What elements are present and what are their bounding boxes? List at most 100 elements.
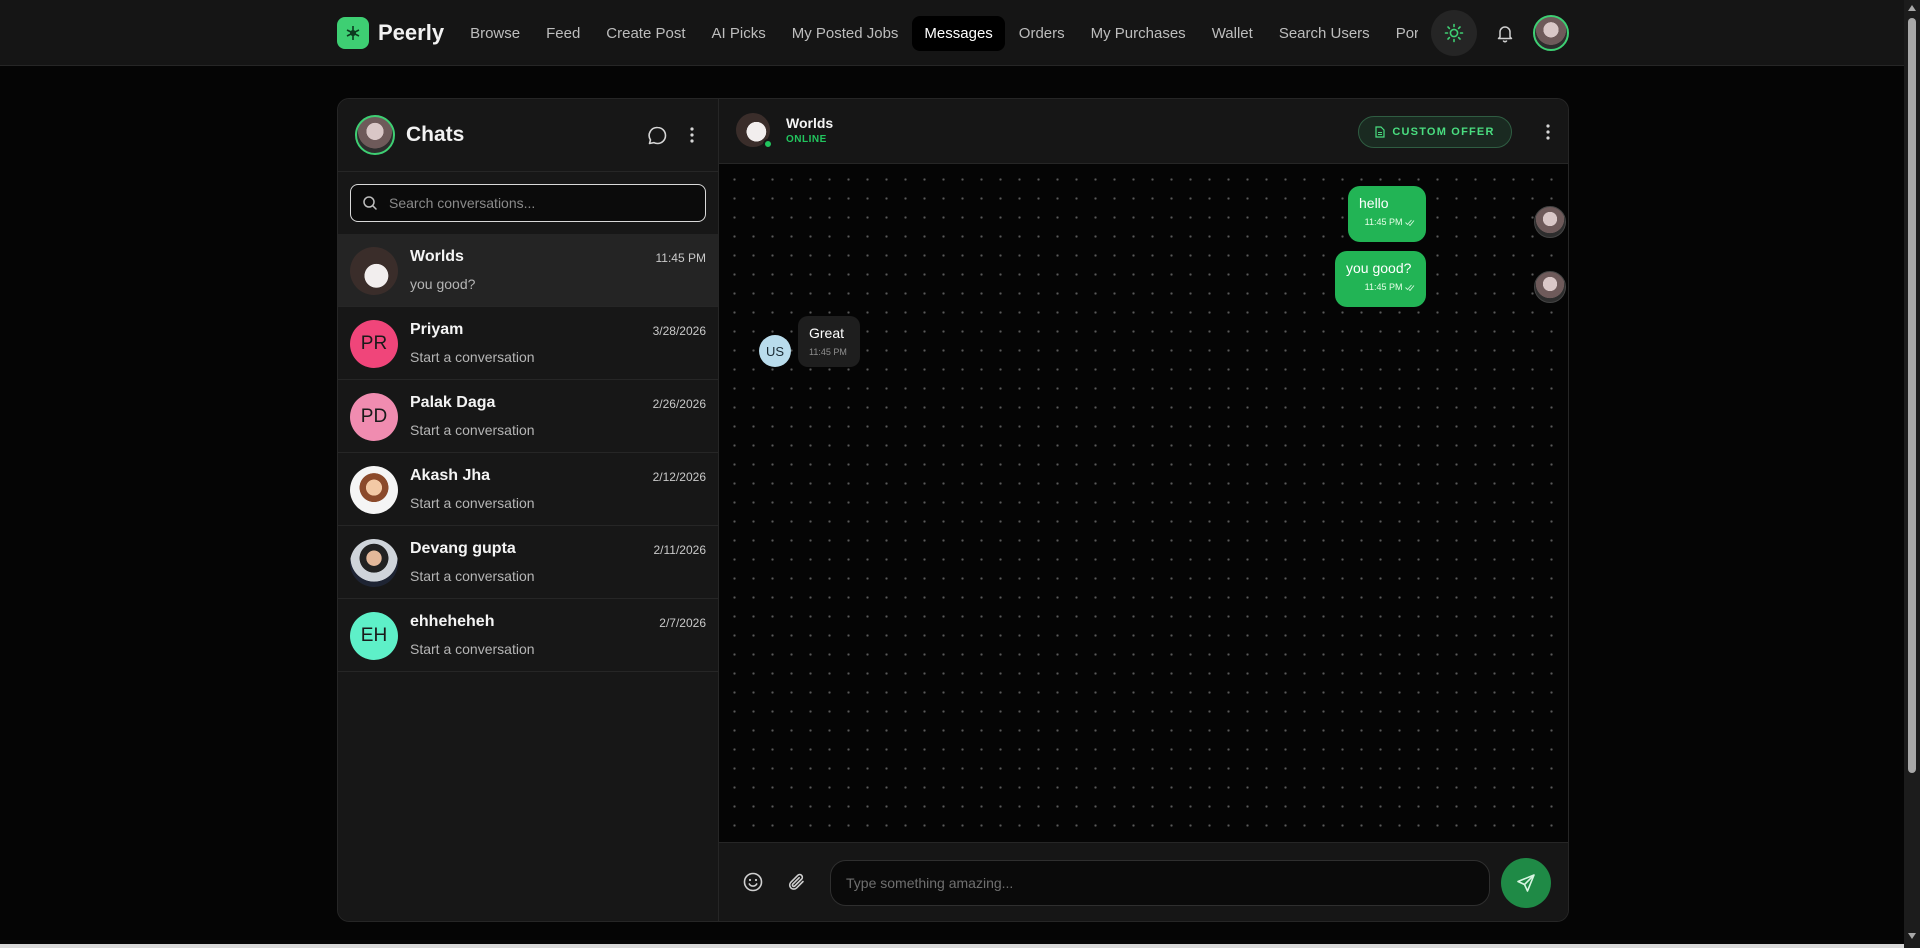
page-scrollbar[interactable] bbox=[1904, 0, 1920, 948]
message-meta: 11:45 PM bbox=[1359, 217, 1415, 227]
conversation-last-message: Start a conversation bbox=[410, 568, 535, 584]
conversation-list: Worlds 11:45 PM you good? PR Priyam 3/28/2026… bbox=[338, 234, 718, 672]
emoji-button[interactable] bbox=[741, 870, 765, 894]
logo-icon bbox=[337, 17, 369, 49]
conversation-item[interactable]: Devang gupta 2/11/2026 Start a conversatio… bbox=[338, 526, 718, 599]
conversation-item[interactable]: EH ehheheheh 2/7/2026 Start a conversation bbox=[338, 599, 718, 672]
send-icon bbox=[1517, 874, 1535, 892]
conversation-time: 2/11/2026 bbox=[653, 543, 707, 557]
conversation-item[interactable]: Worlds 11:45 PM you good? bbox=[338, 234, 718, 307]
message-bubble-outgoing[interactable]: you good? 11:45 PM bbox=[1335, 251, 1426, 307]
document-icon bbox=[1375, 126, 1385, 138]
message-bubble-incoming[interactable]: Great 11:45 PM bbox=[798, 316, 860, 367]
chats-title: Chats bbox=[406, 123, 465, 146]
conversation-item[interactable]: Akash Jha 2/12/2026 Start a conversation bbox=[338, 453, 718, 526]
message-area[interactable]: hello 11:45 PM you good? 11:45 PM Great 11:… bbox=[719, 164, 1568, 842]
sender-avatar[interactable] bbox=[1534, 271, 1566, 303]
nav-item-portfolio[interactable]: Portfolio bbox=[1384, 16, 1418, 51]
more-vertical-icon bbox=[1546, 124, 1550, 140]
conversation-name: Devang gupta bbox=[410, 540, 516, 557]
sender-avatar[interactable] bbox=[1534, 206, 1566, 238]
conversation-avatar: PR bbox=[350, 320, 398, 368]
my-avatar[interactable] bbox=[355, 115, 395, 155]
conversation-time: 3/28/2026 bbox=[652, 324, 706, 338]
conversation-time: 2/12/2026 bbox=[652, 470, 706, 484]
chat-bubble-icon bbox=[647, 126, 666, 144]
chats-sidebar: Chats Worlds 11:45 PM you good? PR Priyam 3/2… bbox=[338, 99, 719, 921]
conversation-avatar bbox=[350, 466, 398, 514]
conversation-avatar: EH bbox=[350, 612, 398, 660]
sun-icon bbox=[1444, 23, 1464, 43]
user-avatar[interactable] bbox=[1533, 15, 1569, 51]
conversation-last-message: Start a conversation bbox=[410, 422, 535, 438]
logo[interactable]: Peerly bbox=[337, 17, 444, 49]
bell-icon bbox=[1497, 26, 1513, 43]
contact-name: Worlds bbox=[786, 115, 834, 131]
message-composer bbox=[719, 842, 1568, 921]
search-box bbox=[350, 184, 706, 222]
conversation-last-message: Start a conversation bbox=[410, 641, 535, 657]
new-chat-button[interactable] bbox=[645, 123, 669, 147]
search-icon bbox=[363, 196, 377, 210]
nav-item-wallet[interactable]: Wallet bbox=[1200, 16, 1265, 51]
conversation-name: ehheheheh bbox=[410, 613, 495, 630]
chat-header: Worlds ONLINE CUSTOM OFFER bbox=[719, 99, 1568, 164]
scroll-up-arrow-icon[interactable] bbox=[1904, 0, 1920, 16]
message-text: hello bbox=[1359, 195, 1389, 211]
nav-item-feed[interactable]: Feed bbox=[534, 16, 592, 51]
send-button[interactable] bbox=[1501, 858, 1551, 908]
scroll-thumb[interactable] bbox=[1908, 18, 1916, 773]
sidebar-more-button[interactable] bbox=[680, 123, 704, 147]
message-meta: 11:45 PM bbox=[1346, 282, 1415, 292]
conversation-avatar bbox=[350, 247, 398, 295]
message-time: 11:45 PM bbox=[1364, 217, 1403, 227]
paperclip-icon bbox=[788, 873, 804, 890]
notifications-button[interactable] bbox=[1485, 13, 1525, 53]
scroll-down-arrow-icon[interactable] bbox=[1904, 928, 1920, 944]
contact-message-avatar[interactable]: US bbox=[759, 335, 791, 367]
conversation-time: 2/7/2026 bbox=[659, 616, 706, 630]
nav-item-my-posted-jobs[interactable]: My Posted Jobs bbox=[780, 16, 911, 51]
message-input-box bbox=[830, 860, 1490, 906]
theme-toggle-button[interactable] bbox=[1431, 10, 1477, 56]
message-text: Great bbox=[809, 325, 845, 341]
read-receipt-icon bbox=[1402, 282, 1415, 292]
conversation-avatar bbox=[350, 539, 398, 587]
nav-item-search-users[interactable]: Search Users bbox=[1267, 16, 1382, 51]
attach-button[interactable] bbox=[785, 870, 809, 894]
message-bubble-outgoing[interactable]: hello 11:45 PM bbox=[1348, 186, 1426, 242]
chat-more-button[interactable] bbox=[1537, 120, 1559, 144]
message-time: 11:45 PM bbox=[809, 347, 847, 357]
main-nav: Browse Feed Create Post AI Picks My Posted J… bbox=[458, 15, 1418, 51]
horizontal-scrollbar bbox=[0, 944, 1904, 948]
custom-offer-label: CUSTOM OFFER bbox=[1392, 126, 1495, 138]
conversation-last-message: you good? bbox=[410, 276, 476, 292]
conversation-name: Priyam bbox=[410, 321, 464, 338]
conversation-name: Akash Jha bbox=[410, 467, 491, 484]
chat-window: Worlds ONLINE CUSTOM OFFER hello 11:45 PM… bbox=[719, 99, 1568, 921]
conversation-avatar: PD bbox=[350, 393, 398, 441]
custom-offer-button[interactable]: CUSTOM OFFER bbox=[1358, 116, 1512, 148]
conversation-time: 11:45 PM bbox=[655, 251, 706, 265]
search-conversations-input[interactable] bbox=[389, 185, 699, 221]
message-text: you good? bbox=[1346, 260, 1412, 276]
conversation-name: Worlds bbox=[410, 248, 464, 265]
conversation-last-message: Start a conversation bbox=[410, 495, 535, 511]
app-name: Peerly bbox=[378, 20, 445, 45]
nav-item-orders[interactable]: Orders bbox=[1007, 16, 1077, 51]
smile-icon bbox=[743, 872, 763, 892]
message-input[interactable] bbox=[831, 861, 1489, 905]
conversation-item[interactable]: PD Palak Daga 2/26/2026 Start a conversatio… bbox=[338, 380, 718, 453]
nav-item-my-purchases[interactable]: My Purchases bbox=[1079, 16, 1198, 51]
online-indicator bbox=[763, 139, 773, 149]
message-time: 11:45 PM bbox=[1364, 282, 1403, 292]
read-receipt-icon bbox=[1402, 217, 1415, 227]
conversation-item[interactable]: PR Priyam 3/28/2026 Start a conversation bbox=[338, 307, 718, 380]
nav-item-browse[interactable]: Browse bbox=[458, 16, 532, 51]
nav-item-messages[interactable]: Messages bbox=[912, 15, 1005, 51]
more-vertical-icon bbox=[690, 127, 694, 143]
nav-item-create-post[interactable]: Create Post bbox=[594, 16, 697, 51]
conversation-name: Palak Daga bbox=[410, 394, 496, 411]
nav-item-ai-picks[interactable]: AI Picks bbox=[700, 16, 778, 51]
top-navbar: Peerly Browse Feed Create Post AI Picks My P… bbox=[0, 0, 1904, 66]
